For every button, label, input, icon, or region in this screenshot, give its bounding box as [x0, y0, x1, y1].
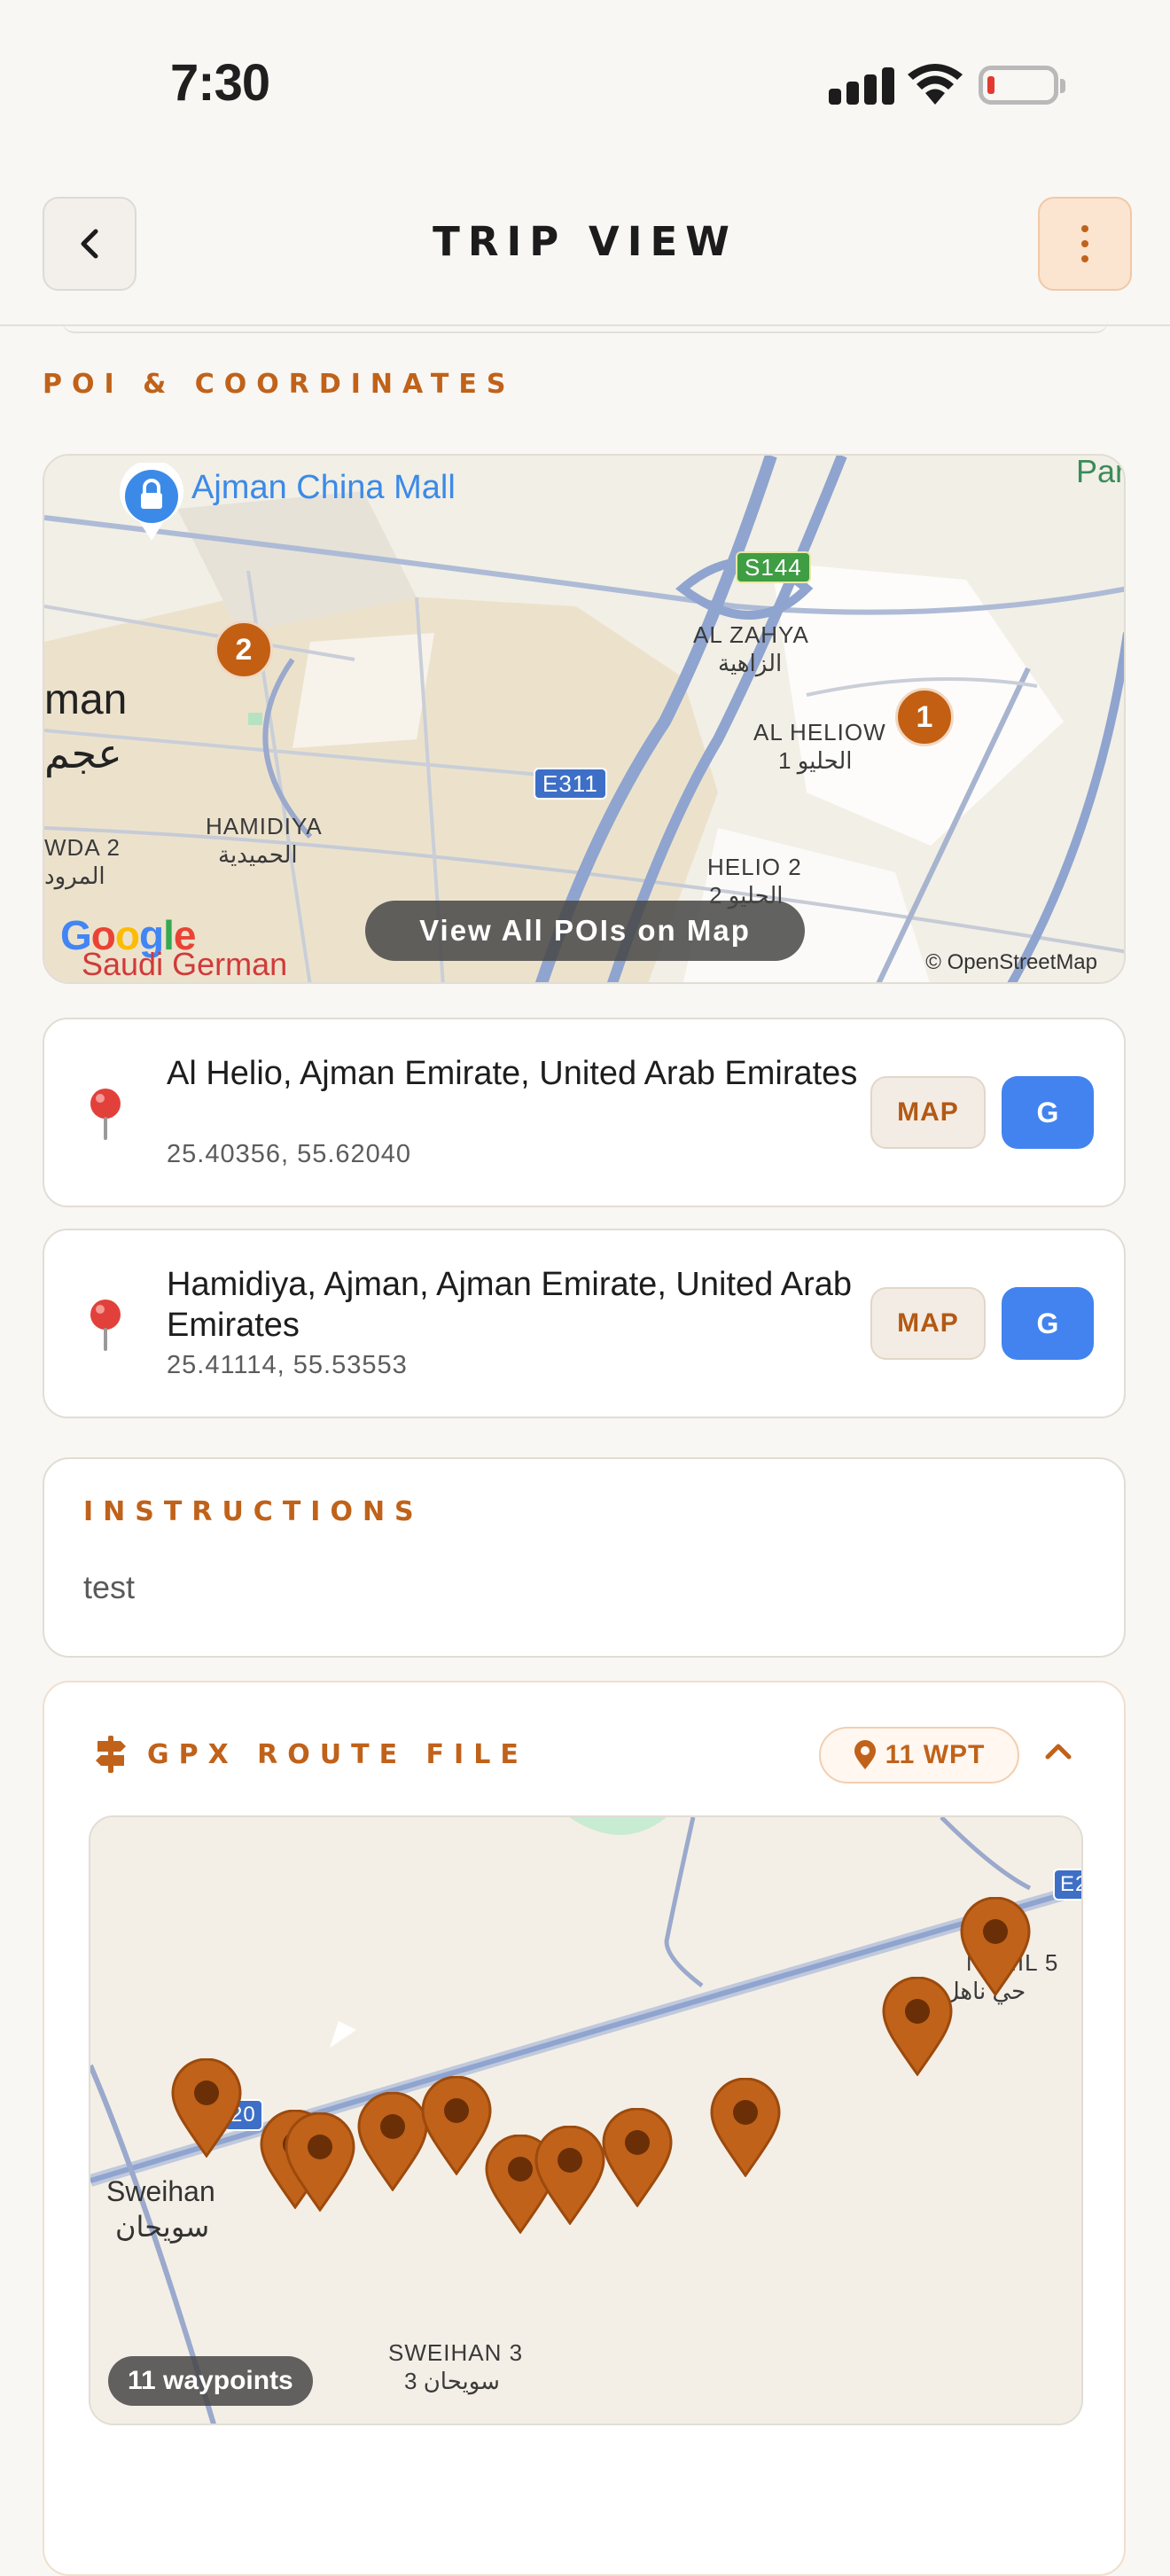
map-pin-icon — [90, 1089, 121, 1140]
road-sign-e311: E311 — [534, 768, 607, 800]
waypoint-marker-icon[interactable] — [420, 2076, 493, 2175]
signpost-icon — [96, 1736, 126, 1773]
view-all-pois-button[interactable]: View All POIs on Map — [365, 901, 805, 961]
map-label-mall: Ajman China Mall — [191, 469, 456, 506]
open-map-button[interactable]: MAP — [870, 1287, 986, 1360]
road-sign-s144: S144 — [736, 551, 811, 583]
waypoint-marker-icon[interactable] — [170, 2058, 243, 2158]
map-label-sweihan-ar: سويحان — [115, 2211, 210, 2243]
wifi-icon — [908, 64, 963, 105]
road-sign-e20: E20 — [1053, 1869, 1081, 1901]
poi-name: Hamidiya, Ajman, Ajman Emirate, United A… — [167, 1266, 853, 1344]
map-label-al-zahya: AL ZAHYA — [693, 621, 809, 648]
waypoint-count: 11 WPT — [885, 1740, 986, 1769]
page-title: TRIP VIEW — [433, 218, 737, 265]
location-pin-icon — [854, 1740, 876, 1769]
poi-map[interactable]: Ajman China Mall Par S144 E311 AL ZAHYA … — [43, 454, 1126, 984]
gpx-route-map[interactable]: 20 E20 Sweihan سويحان SWEIHAN 3 سويحان 3… — [89, 1815, 1083, 2425]
chevron-up-icon[interactable] — [1044, 1741, 1072, 1762]
poi-coordinates: 25.41114, 55.53553 — [167, 1351, 408, 1379]
map-label-sweihan3: SWEIHAN 3 — [388, 2339, 524, 2366]
map-label-saudi-german: Saudi German — [82, 946, 288, 982]
waypoint-marker-icon[interactable] — [601, 2108, 674, 2207]
map-label-wda2-ar: المرود — [44, 863, 105, 889]
waypoints-badge: 11 waypoints — [108, 2356, 313, 2406]
map-label-ajman: man — [44, 676, 128, 723]
poi-coordinates: 25.40356, 55.62040 — [167, 1140, 412, 1168]
poi-card: Al Helio, Ajman Emirate, United Arab Emi… — [43, 1018, 1126, 1207]
poi-card: Hamidiya, Ajman, Ajman Emirate, United A… — [43, 1229, 1126, 1418]
map-label-park: Par — [1076, 454, 1126, 489]
more-options-button[interactable] — [1038, 197, 1132, 291]
gpx-section-label: GPX ROUTE FILE — [147, 1739, 528, 1770]
waypoint-count-badge: 11 WPT — [819, 1727, 1019, 1784]
map-label-sweihan: Sweihan — [106, 2175, 215, 2207]
map-label-hamidiya: HAMIDIYA — [206, 813, 323, 839]
map-label-sweihan3-ar: سويحان 3 — [404, 2368, 500, 2394]
map-label-wda2: WDA 2 — [44, 834, 121, 861]
open-google-maps-button[interactable]: G — [1002, 1287, 1094, 1360]
mall-pin-icon — [120, 463, 183, 541]
waypoint-marker-icon[interactable] — [881, 1977, 954, 2076]
map-pin-icon — [90, 1300, 121, 1351]
poi-cluster-marker[interactable]: 2 — [214, 621, 273, 679]
map-label-ajman-ar: عجم — [44, 730, 122, 777]
waypoint-marker-icon[interactable] — [709, 2078, 782, 2177]
waypoint-marker-icon[interactable] — [959, 1897, 1032, 1996]
gpx-route-card: GPX ROUTE FILE 11 WPT 20 E20 Sweihan سوي… — [43, 1681, 1126, 2576]
waypoint-marker-icon[interactable] — [284, 2112, 356, 2212]
map-label-al-zahya-ar: الزاهية — [718, 650, 783, 676]
map-label-al-heliow: AL HELIOW — [753, 719, 886, 745]
instructions-card: INSTRUCTIONS test — [43, 1457, 1126, 1658]
instructions-text: test — [83, 1569, 136, 1605]
open-map-button[interactable]: MAP — [870, 1076, 986, 1149]
poi-cluster-marker[interactable]: 1 — [895, 688, 954, 746]
previous-card-edge — [62, 321, 1108, 333]
more-vertical-icon — [1081, 225, 1088, 262]
instructions-label: INSTRUCTIONS — [83, 1496, 424, 1527]
map-label-al-helio1-ar: الحليو 1 — [778, 747, 853, 774]
waypoint-marker-icon[interactable] — [356, 2092, 429, 2191]
map-label-helio2: HELIO 2 — [707, 854, 802, 880]
poi-name: Al Helio, Ajman Emirate, United Arab Emi… — [167, 1055, 858, 1092]
map-label-hamidiya-ar: الحميدية — [218, 841, 298, 868]
battery-icon — [979, 66, 1065, 105]
poi-section-label: POI & COORDINATES — [43, 369, 516, 400]
map-attribution: © OpenStreetMap — [925, 950, 1097, 974]
waypoint-marker-icon[interactable] — [534, 2126, 606, 2225]
open-google-maps-button[interactable]: G — [1002, 1076, 1094, 1149]
status-time: 7:30 — [170, 54, 270, 112]
